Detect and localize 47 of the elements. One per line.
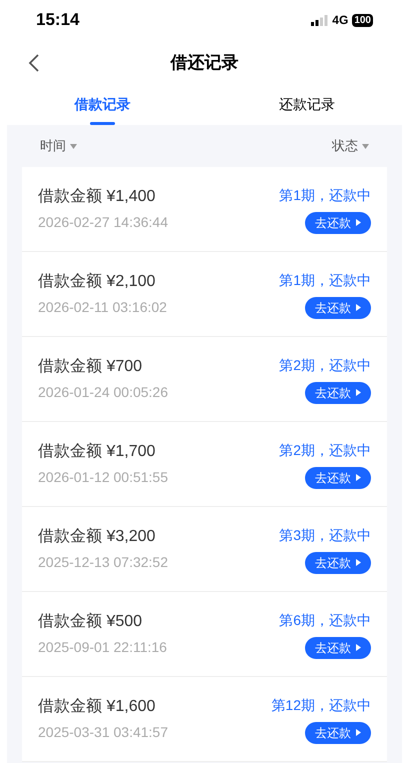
repay-button[interactable]: 去还款 <box>305 552 371 574</box>
loan-time: 2026-01-12 00:51:55 <box>38 468 168 487</box>
caret-icon <box>362 144 369 148</box>
repayment-status: 第12期，还款中 <box>271 696 371 714</box>
repay-button[interactable]: 去还款 <box>305 466 371 488</box>
play-icon <box>356 644 361 651</box>
loan-amount: 借款金额 ¥3,200 <box>38 526 156 547</box>
repay-button[interactable]: 去还款 <box>305 382 371 404</box>
signal-icon <box>311 14 328 26</box>
repayment-status: 第2期，还款中 <box>279 356 371 374</box>
loan-time: 2025-09-01 22:11:16 <box>38 638 167 657</box>
play-icon <box>356 559 361 566</box>
play-icon <box>356 304 361 311</box>
repayment-status: 第1期，还款中 <box>279 186 371 204</box>
loan-time: 2025-12-13 07:32:52 <box>38 553 168 572</box>
loan-time: 2025-03-31 03:41:57 <box>38 723 168 742</box>
loan-time: 2026-02-11 03:16:02 <box>38 298 167 317</box>
repayment-status: 第2期，还款中 <box>279 440 371 460</box>
repay-button[interactable]: 去还款 <box>305 296 371 318</box>
play-icon <box>356 389 361 396</box>
loan-time: 2026-01-24 00:05:26 <box>38 383 168 402</box>
loan-amount: 借款金额 ¥500 <box>38 612 144 632</box>
battery-level: 100 <box>352 14 373 26</box>
play-icon <box>356 729 361 736</box>
tab[interactable]: 借款记录 <box>0 85 204 125</box>
caret-icon <box>70 144 77 148</box>
repayment-status: 第3期，还款中 <box>279 526 371 544</box>
loan-amount: 借款金额 ¥2,100 <box>38 272 156 292</box>
page-title: 借还记录 <box>170 52 238 74</box>
status-time: 15:14 <box>36 9 80 32</box>
play-icon <box>356 474 361 481</box>
repay-button[interactable]: 去还款 <box>305 722 371 744</box>
filter-dropdown[interactable]: 状态 <box>332 136 369 156</box>
loan-amount: 借款金额 ¥1,400 <box>38 186 156 207</box>
play-icon <box>356 219 361 226</box>
repay-button[interactable]: 去还款 <box>305 212 371 234</box>
loan-amount: 借款金额 ¥1,600 <box>38 696 156 717</box>
repayment-status: 第1期，还款中 <box>279 270 371 290</box>
filter-dropdown[interactable]: 时间 <box>40 136 77 156</box>
repayment-status: 第6期，还款中 <box>279 610 371 630</box>
tab[interactable]: 还款记录 <box>204 85 409 125</box>
loan-amount: 借款金额 ¥700 <box>38 356 144 377</box>
loan-time: 2026-02-27 14:36:44 <box>38 213 168 232</box>
back-icon[interactable] <box>28 52 40 72</box>
repay-button[interactable]: 去还款 <box>305 636 371 658</box>
network-label: 4G <box>332 12 348 29</box>
loan-amount: 借款金额 ¥1,700 <box>38 442 156 462</box>
